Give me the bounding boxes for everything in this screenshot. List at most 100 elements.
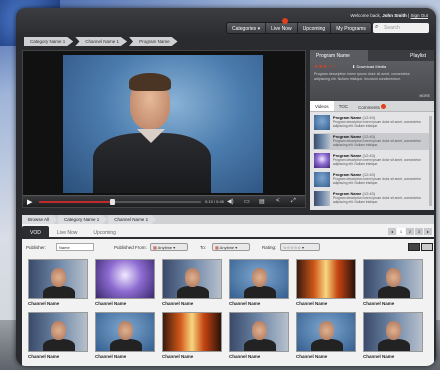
- breadcrumb-channel[interactable]: Channel Name 1: [75, 37, 128, 46]
- download-media-link[interactable]: ⬇ Download Media: [352, 64, 386, 69]
- seek-bar[interactable]: [39, 199, 201, 205]
- channel-name[interactable]: Channel Name: [296, 301, 356, 306]
- channel-name[interactable]: Channel Name: [363, 301, 423, 306]
- channel-name[interactable]: Channel Name: [95, 354, 155, 359]
- filter-bar: Publisher: Name Published From: ▦ Anytim…: [22, 241, 434, 255]
- list-item[interactable]: Program Name (12:40) Program description…: [313, 171, 431, 188]
- rating-label: Rating:: [262, 245, 277, 250]
- nav-my-programs[interactable]: My Programs: [331, 23, 371, 33]
- channel-thumbnail[interactable]: [363, 259, 423, 299]
- seek-progress: [39, 201, 112, 203]
- channel-thumbnail[interactable]: [296, 312, 356, 352]
- channel-name[interactable]: Channel Name: [28, 354, 88, 359]
- channel-name[interactable]: Channel Name: [229, 301, 289, 306]
- tab-playlist[interactable]: Playlist: [368, 50, 434, 61]
- channel-thumbnail[interactable]: [28, 312, 88, 352]
- page-2-button[interactable]: 2: [406, 228, 414, 235]
- page-1-button[interactable]: 1: [397, 228, 405, 235]
- published-from-select[interactable]: ▦ Anytime ▾: [150, 243, 188, 251]
- tab-videos[interactable]: Videos: [310, 101, 334, 111]
- channel-thumbnail[interactable]: [95, 259, 155, 299]
- breadcrumb-browse-all[interactable]: Browse All: [22, 215, 58, 224]
- channel-thumbnail[interactable]: [363, 312, 423, 352]
- channel-card[interactable]: Channel Name: [296, 312, 356, 359]
- comments-badge: [380, 104, 386, 109]
- channel-name[interactable]: Channel Name: [162, 301, 222, 306]
- channel-name[interactable]: Channel Name: [296, 354, 356, 359]
- tab-comments[interactable]: Comments: [353, 101, 391, 111]
- channel-card[interactable]: Channel Name: [162, 312, 222, 359]
- tab-vod[interactable]: VOD: [22, 226, 49, 237]
- breadcrumb-category[interactable]: Category Name 1: [24, 37, 74, 46]
- channel-card[interactable]: Channel Name: [229, 259, 289, 306]
- tab-toc[interactable]: TOC: [334, 101, 353, 111]
- channel-name[interactable]: Channel Name: [363, 354, 423, 359]
- channel-card[interactable]: Channel Name: [363, 312, 423, 359]
- channel-thumbnail[interactable]: [162, 259, 222, 299]
- fullscreen-icon[interactable]: ⤢: [291, 198, 296, 205]
- tab-program-name[interactable]: Program Name: [310, 50, 368, 61]
- captions-icon[interactable]: ▭: [244, 198, 250, 205]
- list-view-button[interactable]: [421, 243, 433, 251]
- channel-name[interactable]: Channel Name: [229, 354, 289, 359]
- browse-section: Browse All Category Name 1 Channel Name …: [22, 215, 434, 366]
- pagination: ◂ 1 2 3 ▸: [387, 228, 432, 235]
- channel-card[interactable]: Channel Name: [28, 259, 88, 306]
- channel-card[interactable]: Channel Name: [28, 312, 88, 359]
- prev-page-button[interactable]: ◂: [388, 228, 396, 235]
- channel-thumbnail[interactable]: [229, 312, 289, 352]
- channel-card[interactable]: Channel Name: [363, 259, 423, 306]
- search-input[interactable]: ⌕ Search: [373, 23, 429, 33]
- breadcrumb-channel[interactable]: Channel Name 1: [108, 215, 157, 224]
- channel-thumbnail[interactable]: [229, 259, 289, 299]
- list-item[interactable]: Program Name (12:40) Program description…: [313, 152, 431, 169]
- list-item[interactable]: Program Name (12:40) Program description…: [313, 133, 431, 150]
- list-item[interactable]: Program Name (12:40) Program description…: [313, 190, 431, 207]
- channel-grid: Channel Name Channel Name Channel Name Chan…: [28, 259, 428, 359]
- channel-name[interactable]: Channel Name: [95, 301, 155, 306]
- nav-upcoming[interactable]: Upcoming: [298, 23, 332, 33]
- list-item[interactable]: Program Name (12:40) Program description…: [313, 114, 431, 131]
- welcome-text: Welcome back,: [350, 13, 382, 18]
- more-link[interactable]: MORE: [420, 94, 431, 98]
- tab-upcoming[interactable]: Upcoming: [85, 226, 124, 237]
- channel-name[interactable]: Channel Name: [28, 301, 88, 306]
- channel-card[interactable]: Channel Name: [296, 259, 356, 306]
- channel-thumbnail[interactable]: [28, 259, 88, 299]
- video-thumbnail: [314, 115, 330, 130]
- scrollbar[interactable]: [429, 116, 432, 206]
- nav-categories[interactable]: Categories ▾: [227, 23, 267, 33]
- grid-view-button[interactable]: [408, 243, 420, 251]
- settings-icon[interactable]: ▤: [259, 198, 265, 205]
- share-icon[interactable]: <: [276, 198, 280, 204]
- breadcrumb-program[interactable]: Program Name: [129, 37, 178, 46]
- volume-icon[interactable]: ◀): [227, 198, 234, 205]
- sign-out-link[interactable]: Sign Out: [410, 13, 428, 18]
- seek-handle[interactable]: [109, 199, 115, 205]
- rating-select[interactable]: ☆☆☆☆☆ ▾: [280, 243, 320, 251]
- program-info: ★★★☆☆ ⬇ Download Media Program descripti…: [310, 61, 434, 101]
- channel-name[interactable]: Channel Name: [162, 354, 222, 359]
- nav-live-now[interactable]: Live Now: [266, 18, 298, 33]
- rating-stars[interactable]: ★★★☆☆: [314, 64, 336, 70]
- next-page-button[interactable]: ▸: [424, 228, 432, 235]
- program-tabs: Program Name Playlist: [310, 50, 434, 61]
- channel-thumbnail[interactable]: [296, 259, 356, 299]
- breadcrumb-category[interactable]: Category Name 1: [58, 215, 108, 224]
- channel-card[interactable]: Channel Name: [95, 312, 155, 359]
- page-3-button[interactable]: 3: [415, 228, 423, 235]
- video-thumbnail: [314, 134, 330, 149]
- chevron-down-icon: ▾: [257, 26, 261, 32]
- tab-live-now[interactable]: Live Now: [49, 226, 86, 237]
- publisher-field[interactable]: Name: [56, 243, 94, 251]
- video-player[interactable]: ▶ 0:13 / 0:45 ◀) ▭ ▤ < ⤢: [22, 50, 306, 208]
- channel-card[interactable]: Channel Name: [95, 259, 155, 306]
- channel-card[interactable]: Channel Name: [162, 259, 222, 306]
- published-to-select[interactable]: ▦ Anytime ▾: [212, 243, 250, 251]
- play-icon[interactable]: ▶: [27, 198, 32, 206]
- user-name: John Smith: [382, 13, 407, 18]
- program-panel: Program Name Playlist ★★★☆☆ ⬇ Download M…: [310, 50, 434, 210]
- channel-thumbnail[interactable]: [162, 312, 222, 352]
- channel-thumbnail[interactable]: [95, 312, 155, 352]
- channel-card[interactable]: Channel Name: [229, 312, 289, 359]
